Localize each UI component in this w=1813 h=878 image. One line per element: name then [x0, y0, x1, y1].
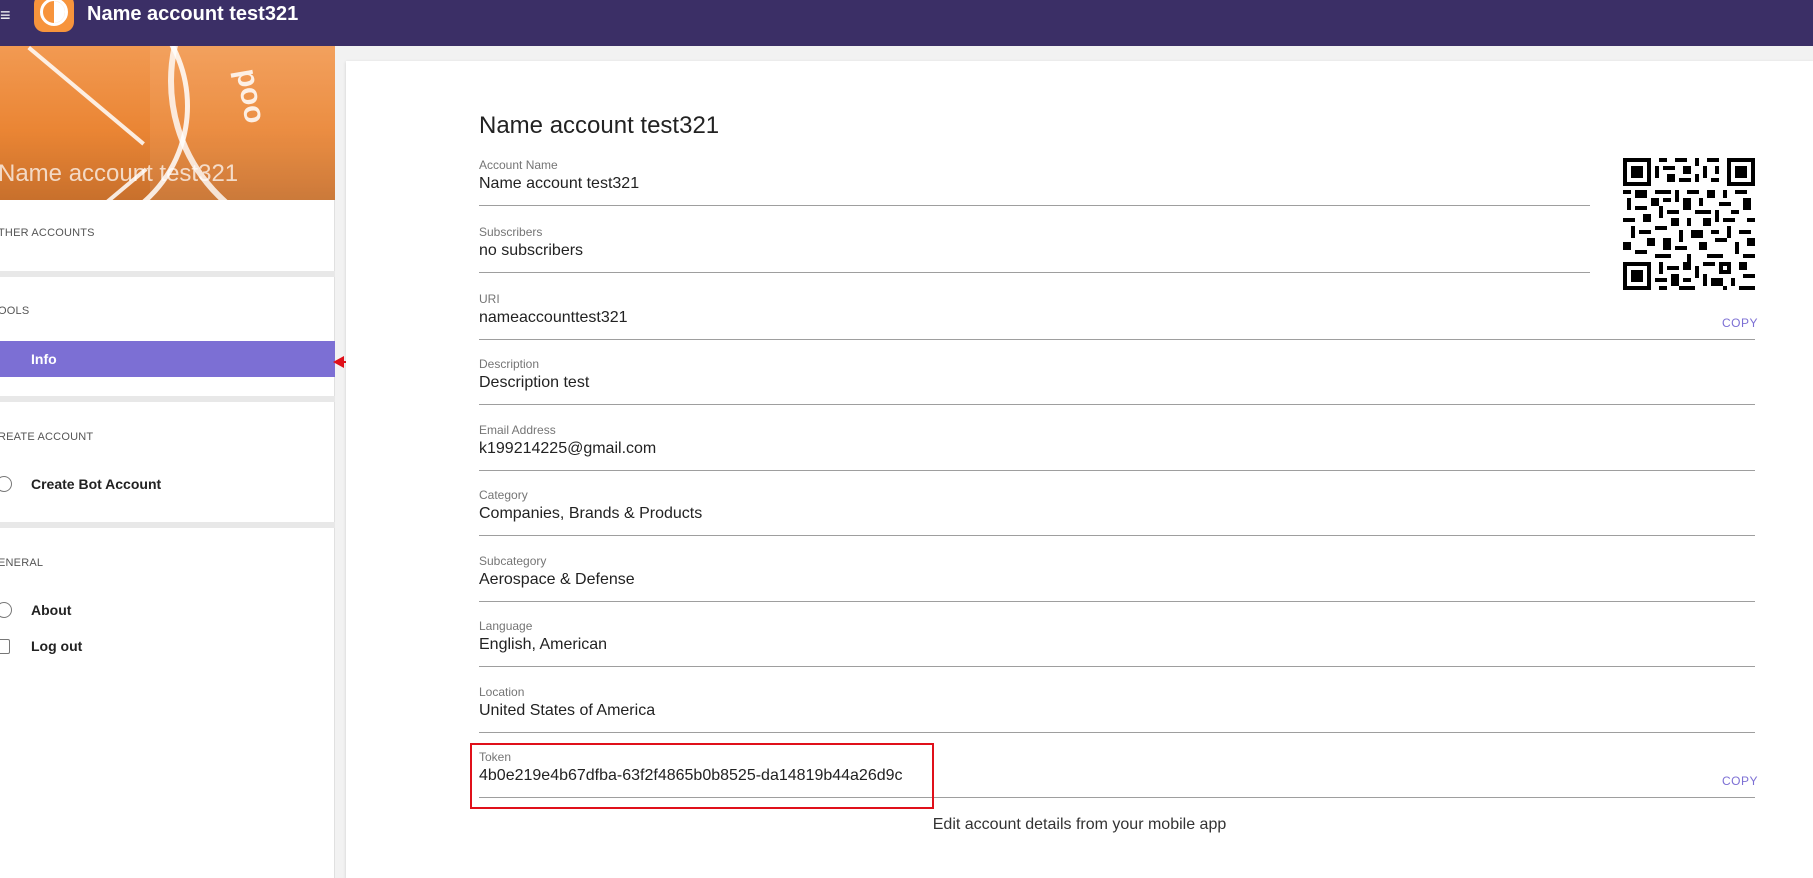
sidebar-item-create-bot[interactable]: Create Bot Account	[0, 466, 335, 502]
category-field: Category Companies, Brands & Products	[479, 488, 1755, 536]
field-value: Companies, Brands & Products	[479, 505, 703, 522]
logout-icon	[0, 638, 10, 654]
sidebar-item-info[interactable]: Info	[0, 341, 335, 377]
page-title: Name account test321	[479, 112, 720, 139]
section-create-account: REATE ACCOUNT	[0, 431, 94, 443]
app-header: ≡ Name account test321	[0, 0, 1813, 46]
field-label: Language	[479, 619, 533, 633]
field-value: Name account test321	[479, 175, 640, 192]
app-logo	[34, 0, 74, 32]
section-other-accounts: THER ACCOUNTS	[0, 227, 95, 239]
sidebar-divider	[0, 271, 335, 277]
copy-uri-button[interactable]: COPY	[1722, 316, 1758, 330]
uri-field: URI nameaccounttest321	[479, 292, 1755, 340]
account-banner: poo Name account test321	[0, 46, 335, 200]
token-highlight-box	[470, 743, 934, 809]
field-value: nameaccounttest321	[479, 309, 628, 326]
qr-code-image	[1623, 158, 1755, 290]
field-label: Account Name	[479, 158, 558, 172]
banner-account-name: Name account test321	[0, 160, 239, 187]
field-value: United States of America	[479, 702, 656, 719]
field-label: Category	[479, 488, 528, 502]
bot-icon	[0, 476, 12, 492]
subcategory-field: Subcategory Aerospace & Defense	[479, 554, 1755, 602]
description-field: Description Description test	[479, 357, 1755, 405]
sidebar-item-logout[interactable]: Log out	[0, 628, 335, 664]
subscribers-field: Subscribers no subscribers	[479, 225, 1590, 273]
sidebar-item-label: Info	[31, 351, 57, 367]
field-label: Subcategory	[479, 554, 547, 568]
sidebar-item-label: Log out	[31, 638, 83, 654]
location-field: Location United States of America	[479, 685, 1755, 733]
section-tools: OOLS	[0, 305, 30, 317]
field-value: no subscribers	[479, 242, 584, 259]
sidebar-divider	[0, 522, 335, 528]
field-label: Location	[479, 685, 525, 699]
field-label: URI	[479, 292, 500, 306]
sidebar-item-label: Create Bot Account	[31, 476, 162, 492]
sidebar-item-about[interactable]: About	[0, 592, 335, 628]
section-general: ENERAL	[0, 557, 44, 569]
field-label: Description	[479, 357, 540, 371]
email-field: Email Address k199214225@gmail.com	[479, 423, 1755, 471]
edit-details-note: Edit account details from your mobile ap…	[932, 816, 1227, 833]
language-field: Language English, American	[479, 619, 1755, 667]
field-value: English, American	[479, 636, 608, 653]
about-icon	[0, 602, 12, 618]
annotation-arrow-head	[333, 356, 344, 368]
menu-icon[interactable]: ≡	[0, 4, 16, 26]
account-info-card: Name account test321 Account Name Name a…	[346, 61, 1813, 878]
field-label: Subscribers	[479, 225, 543, 239]
header-title: Name account test321	[87, 3, 299, 25]
field-label: Email Address	[479, 423, 556, 437]
copy-token-button[interactable]: COPY	[1722, 774, 1758, 788]
account-name-field: Account Name Name account test321	[479, 158, 1590, 206]
field-value: Description test	[479, 374, 590, 391]
field-value: Aerospace & Defense	[479, 571, 635, 588]
sidebar-item-label: About	[31, 602, 72, 618]
field-value: k199214225@gmail.com	[479, 440, 657, 457]
sidebar: poo Name account test321 THER ACCOUNTS O…	[0, 46, 335, 878]
sidebar-divider	[0, 396, 335, 402]
